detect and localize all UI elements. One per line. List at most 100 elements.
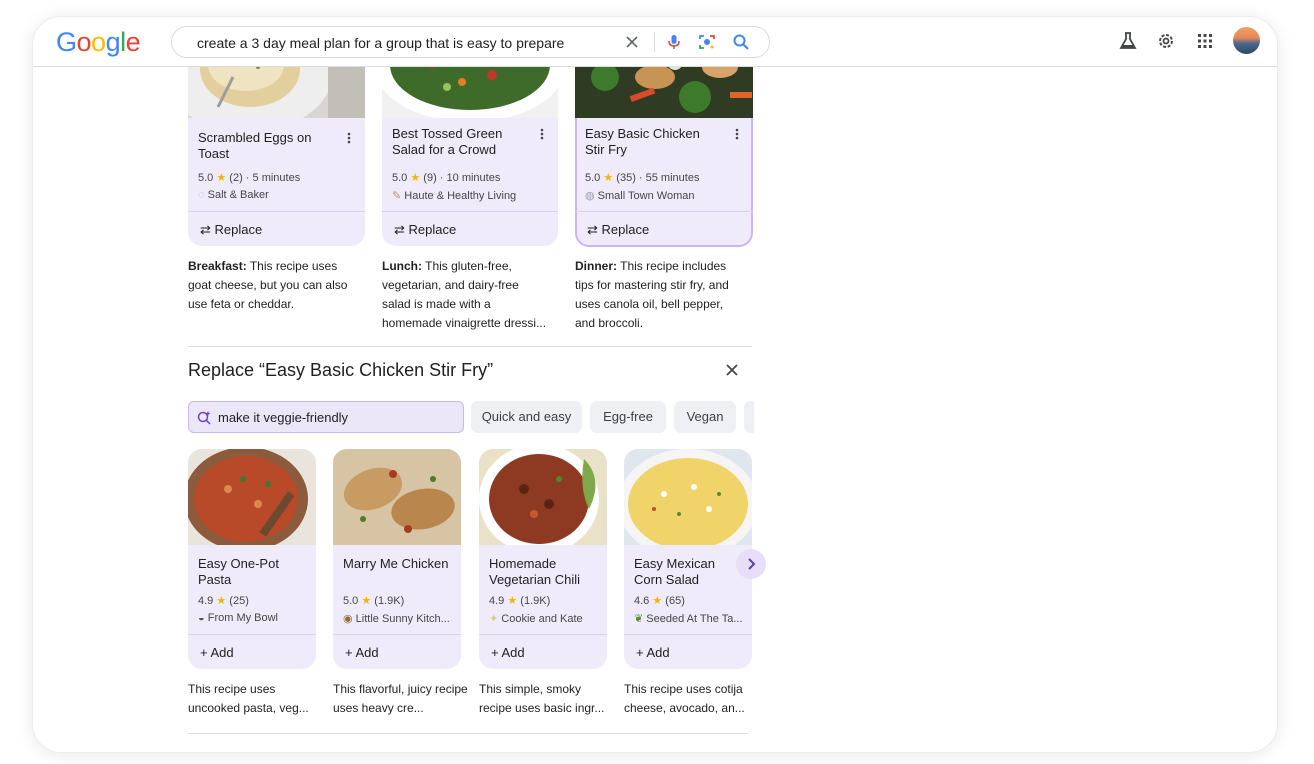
close-icon[interactable] <box>724 362 740 378</box>
close-icon[interactable] <box>623 33 641 51</box>
source-line: ◒ From My Bowl <box>198 612 278 624</box>
search-header: Google create a 3 day meal plan for a gr… <box>33 17 1277 67</box>
more-options-icon[interactable] <box>540 128 544 140</box>
meal-card-breakfast[interactable]: Scrambled Eggs on Toast 5.0 ★ (2) · 5 mi… <box>188 47 365 246</box>
sparkle-search-icon <box>197 411 211 425</box>
labs-icon[interactable] <box>1118 31 1138 51</box>
star-icon: ★ <box>216 595 227 607</box>
more-options-icon[interactable] <box>347 132 351 144</box>
meal-description: Dinner: This recipe includes tips for ma… <box>575 259 729 330</box>
apps-icon[interactable] <box>1195 31 1215 51</box>
google-logo[interactable]: Google <box>56 27 141 58</box>
rating-line: 5.0 ★ (9) · 10 minutes <box>392 172 501 184</box>
recipe-card[interactable]: Homemade Vegetarian Chili 4.9 ★ (1.9K) ✦… <box>479 449 607 669</box>
meal-card-dinner[interactable]: Easy Basic Chicken Stir Fry 5.0 ★ (35) ·… <box>575 47 753 247</box>
refine-input-value: make it veggie-friendly <box>218 410 349 425</box>
divider <box>624 634 752 635</box>
plus-icon: + <box>345 645 353 660</box>
add-button[interactable]: + Add <box>491 645 525 660</box>
recipe-card[interactable]: Easy Mexican Corn Salad 4.6 ★ (65) ❦ See… <box>624 449 752 669</box>
star-icon: ★ <box>361 595 372 607</box>
card-title: Homemade Vegetarian Chili <box>489 556 581 587</box>
source-logo-icon: ❦ <box>634 613 644 625</box>
search-icon[interactable] <box>732 33 750 51</box>
plus-icon: + <box>491 645 499 660</box>
divider <box>654 32 655 52</box>
add-button[interactable]: + Add <box>636 645 670 660</box>
add-button[interactable]: + Add <box>345 645 379 660</box>
main-content: Scrambled Eggs on Toast 5.0 ★ (2) · 5 mi… <box>33 17 1277 752</box>
avatar[interactable] <box>1233 27 1260 54</box>
card-title: Easy Basic Chicken Stir Fry <box>585 126 700 157</box>
more-options-icon[interactable] <box>735 128 739 140</box>
add-button[interactable]: + Add <box>200 645 234 660</box>
meal-description: Lunch: This gluten-free, vegetarian, and… <box>382 259 547 330</box>
lens-icon[interactable] <box>698 33 716 51</box>
star-icon: ★ <box>652 595 663 607</box>
settings-icon[interactable] <box>1156 31 1176 51</box>
recipe-card[interactable]: Marry Me Chicken 5.0 ★ (1.9K) ◉ Little S… <box>333 449 461 669</box>
source-line: ◍ Small Town Woman <box>585 190 695 202</box>
recipe-description: This flavorful, juicy recipe uses heavy … <box>333 682 468 715</box>
chip-more[interactable] <box>744 401 754 433</box>
search-input[interactable]: create a 3 day meal plan for a group tha… <box>197 35 564 51</box>
source-line: ◌ Salt & Baker <box>198 189 269 201</box>
rating-line: 4.9 ★ (1.9K) <box>489 595 551 607</box>
plus-icon: + <box>200 645 208 660</box>
rating-line: 5.0 ★ (2) · 5 minutes <box>198 172 301 184</box>
recipe-card[interactable]: Easy One-Pot Pasta 4.9 ★ (25) ◒ From My … <box>188 449 316 669</box>
search-box[interactable]: create a 3 day meal plan for a group tha… <box>171 26 770 58</box>
mic-icon[interactable] <box>665 33 683 51</box>
source-logo-icon: ◍ <box>585 190 595 202</box>
swap-icon: ⇄ <box>200 222 211 237</box>
carousel-next-button[interactable] <box>736 549 766 579</box>
vegetarian-chili-image <box>479 449 607 545</box>
refine-input[interactable]: make it veggie-friendly <box>188 401 464 433</box>
chip-egg-free[interactable]: Egg-free <box>590 401 666 433</box>
card-title: Scrambled Eggs on Toast <box>198 130 312 161</box>
divider <box>575 211 753 212</box>
chip-vegan[interactable]: Vegan <box>674 401 736 433</box>
replace-button[interactable]: ⇄ Replace <box>587 222 649 238</box>
divider <box>188 733 748 734</box>
star-icon: ★ <box>216 172 227 184</box>
swap-icon: ⇄ <box>587 222 598 237</box>
chip-quick-and-easy[interactable]: Quick and easy <box>471 401 582 433</box>
divider <box>188 346 752 347</box>
divider <box>382 211 558 212</box>
source-line: ❦ Seeded At The Ta... <box>634 613 743 625</box>
card-title: Easy One-Pot Pasta <box>198 556 279 587</box>
marry-me-chicken-image <box>333 449 461 545</box>
source-logo-icon: ◉ <box>343 613 353 625</box>
divider <box>188 211 365 212</box>
source-logo-icon: ◒ <box>198 612 205 624</box>
rating-line: 5.0 ★ (35) · 55 minutes <box>585 172 700 184</box>
meal-description: Breakfast: This recipe uses goat cheese,… <box>188 259 348 311</box>
star-icon: ★ <box>410 172 421 184</box>
meal-card-lunch[interactable]: Best Tossed Green Salad for a Crowd 5.0 … <box>382 47 558 246</box>
recipe-image <box>188 449 316 545</box>
replace-panel-title: Replace “Easy Basic Chicken Stir Fry” <box>188 360 494 380</box>
source-line: ✦ Cookie and Kate <box>489 613 583 625</box>
source-logo-icon: ✦ <box>489 613 499 625</box>
source-line: ◉ Little Sunny Kitch... <box>343 613 450 625</box>
rating-line: 4.9 ★ (25) <box>198 595 249 607</box>
one-pot-pasta-image <box>188 449 316 545</box>
card-title: Best Tossed Green Salad for a Crowd <box>392 126 503 157</box>
replace-button[interactable]: ⇄ Replace <box>200 222 262 238</box>
rating-line: 4.6 ★ (65) <box>634 595 685 607</box>
replace-button[interactable]: ⇄ Replace <box>394 222 456 238</box>
source-logo-icon: ◌ <box>198 189 205 201</box>
rating-line: 5.0 ★ (1.9K) <box>343 595 405 607</box>
divider <box>188 634 316 635</box>
chevron-right-icon <box>748 558 756 570</box>
star-icon: ★ <box>603 172 614 184</box>
recipe-description: This recipe uses uncooked pasta, veg... <box>188 682 309 715</box>
browser-frame: Scrambled Eggs on Toast 5.0 ★ (2) · 5 mi… <box>33 17 1277 752</box>
source-line: ✎ Haute & Healthy Living <box>392 190 517 202</box>
recipe-image <box>624 449 752 545</box>
swap-icon: ⇄ <box>394 222 405 237</box>
star-icon: ★ <box>507 595 518 607</box>
divider <box>479 634 607 635</box>
mexican-corn-salad-image <box>624 449 752 545</box>
